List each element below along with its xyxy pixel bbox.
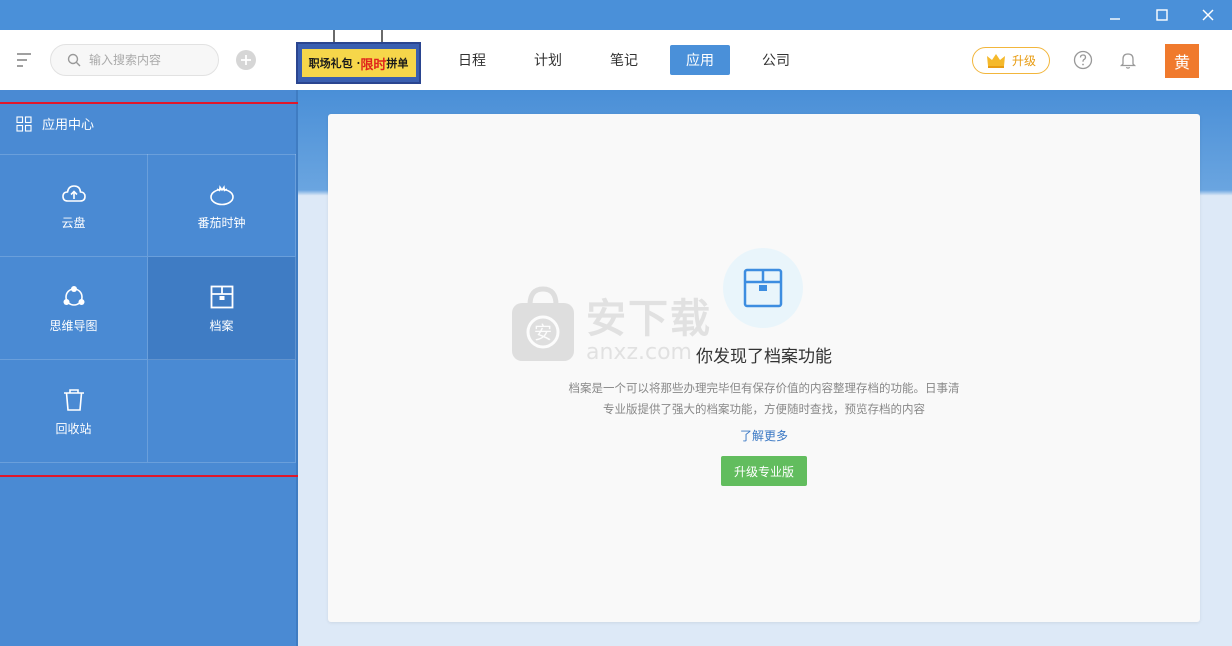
add-button[interactable] [236,50,256,70]
app-recycle-bin[interactable]: 回收站 [0,360,148,463]
grid-icon [16,115,32,132]
help-icon[interactable] [1073,50,1093,70]
feature-description-line: 档案是一个可以将那些办理完毕但有保存价值的内容整理存档的功能。日事清 [568,381,960,395]
app-label: 回收站 [55,421,92,436]
promo-text-1: 职场礼包 · [308,57,361,70]
tab-notes[interactable]: 笔记 [598,45,650,75]
search-box[interactable] [50,44,219,76]
sidebar: 应用中心 云盘 番茄时钟 思维导图 档案 回收站 [0,90,296,646]
promo-banner-text: 职场礼包 · 限时 拼单 [301,49,416,77]
plus-icon [241,55,251,65]
avatar[interactable]: 黄 [1165,44,1199,78]
sidebar-title: 应用中心 [16,114,94,133]
learn-more-link[interactable]: 了解更多 [328,427,1200,444]
search-icon [67,53,81,67]
app-label: 番茄时钟 [197,215,246,230]
tab-schedule[interactable]: 日程 [446,45,498,75]
app-empty-slot [148,360,296,463]
mindmap-icon [60,283,88,311]
tomato-icon [208,180,236,208]
archive-icon [208,283,236,311]
bell-icon[interactable] [1118,50,1138,70]
promo-text-3: 拼单 [386,57,409,70]
feature-card: 你发现了档案功能 档案是一个可以将那些办理完毕但有保存价值的内容整理存档的功能。… [328,114,1200,622]
upgrade-pro-button[interactable]: 升级专业版 [721,456,807,486]
sidebar-title-label: 应用中心 [42,118,95,133]
app-label: 云盘 [61,215,86,230]
feature-headline: 你发现了档案功能 [696,347,832,367]
menu-icon[interactable] [14,50,34,70]
tab-plan[interactable]: 计划 [522,45,574,75]
app-label: 档案 [209,318,234,333]
feature-description: 档案是一个可以将那些办理完毕但有保存价值的内容整理存档的功能。日事清 专业版提供… [554,378,974,420]
app-mindmap[interactable]: 思维导图 [0,257,148,360]
cloud-upload-icon [60,180,88,208]
trash-icon [60,386,88,414]
crown-icon [986,53,1005,68]
minimize-icon[interactable] [1095,0,1135,30]
archive-feature-icon [723,248,803,328]
search-input[interactable] [89,53,209,67]
title-bar [0,0,1232,30]
close-icon[interactable] [1188,0,1228,30]
upgrade-pill-button[interactable]: 升级 [972,47,1050,74]
app-cloud-disk[interactable]: 云盘 [0,154,148,257]
tab-company[interactable]: 公司 [750,45,802,75]
app-tomato-clock[interactable]: 番茄时钟 [148,154,296,257]
feature-description-line: 专业版提供了强大的档案功能，方便随时查找，预览存档的内容 [603,402,925,416]
promo-banner[interactable]: 职场礼包 · 限时 拼单 [296,42,421,84]
maximize-icon[interactable] [1142,0,1182,30]
upgrade-pill-label: 升级 [1011,54,1036,68]
tab-apps[interactable]: 应用 [670,45,730,75]
app-label: 思维导图 [49,318,98,333]
promo-text-highlight: 限时 [360,57,387,73]
app-archive[interactable]: 档案 [148,257,296,360]
